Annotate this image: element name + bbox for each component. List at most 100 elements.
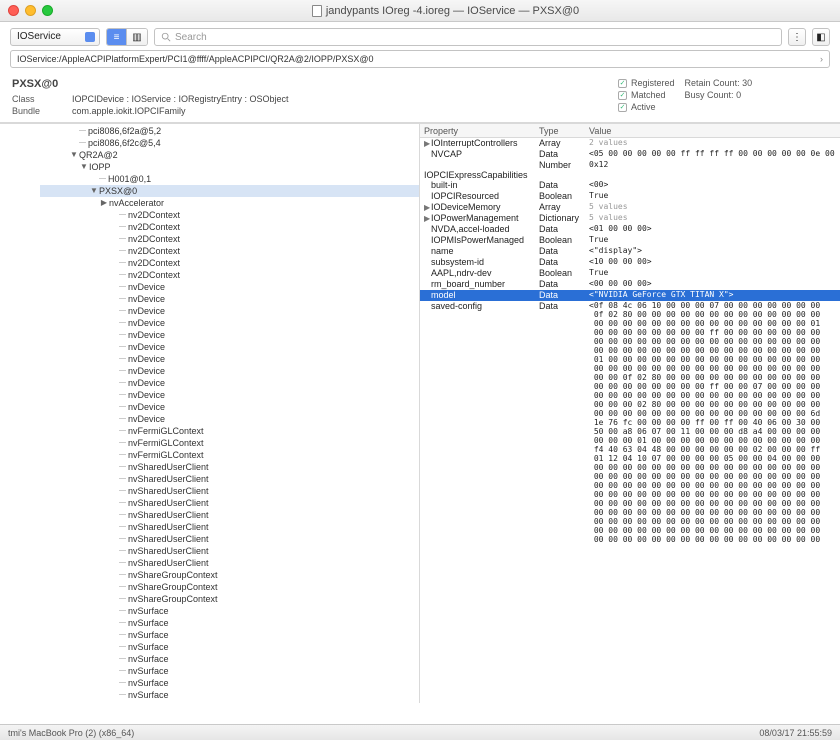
tree-item[interactable]: ▶nvAccelerator <box>40 197 419 209</box>
tree-item[interactable]: —nvDevice <box>40 281 419 293</box>
tree-item[interactable]: —nv2DContext <box>40 221 419 233</box>
tree-item[interactable]: —nvSharedUserClient <box>40 461 419 473</box>
tree-item[interactable]: —nvSurface <box>40 689 419 701</box>
tree-item[interactable]: —nvDevice <box>40 365 419 377</box>
property-row[interactable]: IOPCIExpressCapabilitiesNumber0x12 <box>420 160 840 180</box>
path-chevron-icon: › <box>820 54 823 64</box>
property-row[interactable]: modelData<"NVIDIA GeForce GTX TITAN X"> <box>420 290 840 301</box>
tree-item[interactable]: —nvDevice <box>40 293 419 305</box>
properties-header: Property Type Value <box>420 124 840 138</box>
property-row[interactable]: ▶IODeviceMemoryArray5 values <box>420 202 840 213</box>
property-row[interactable]: nameData<"display"> <box>420 246 840 257</box>
property-row[interactable]: ▶IOInterruptControllersArray2 values <box>420 138 840 149</box>
property-row[interactable]: IOPMIsPowerManagedBooleanTrue <box>420 235 840 246</box>
property-row[interactable]: built-inData<00> <box>420 180 840 191</box>
view-mode-columns[interactable]: ▥ <box>127 29 147 45</box>
view-mode-list[interactable]: ≡ <box>107 29 127 45</box>
toolbar: IOService ≡ ▥ Search ⋮ ◧ IOService:/Appl… <box>0 22 840 72</box>
active-checkbox: ✓Active <box>618 102 675 112</box>
tree-item[interactable]: —H001@0,1 <box>40 173 419 185</box>
tree-item[interactable]: —nvSurface <box>40 605 419 617</box>
tree-item[interactable]: —nvFermiGLContext <box>40 437 419 449</box>
tree-item[interactable]: —pci8086,6f2c@5,4 <box>40 137 419 149</box>
object-header: PXSX@0 Class IOPCIDevice : IOService : I… <box>0 72 840 123</box>
tree-item[interactable]: ▼QR2A@2 <box>40 149 419 161</box>
class-value: IOPCIDevice : IOService : IORegistryEntr… <box>72 94 289 104</box>
tree-item[interactable]: —nvFermiGLContext <box>40 449 419 461</box>
tree-item[interactable]: —nvSurface <box>40 701 419 703</box>
window-controls <box>8 5 53 16</box>
tree-item[interactable]: —nvSharedUserClient <box>40 533 419 545</box>
tree-item[interactable]: —nvDevice <box>40 317 419 329</box>
tree-item[interactable]: —nvShareGroupContext <box>40 593 419 605</box>
tree-item[interactable]: —nvSurface <box>40 665 419 677</box>
tree-item[interactable]: —nvDevice <box>40 401 419 413</box>
document-icon <box>312 5 322 17</box>
tree-item[interactable]: —nvFermiGLContext <box>40 425 419 437</box>
bundle-value: com.apple.iokit.IOPCIFamily <box>72 106 186 116</box>
tree-item[interactable]: —nvSharedUserClient <box>40 545 419 557</box>
tree-item[interactable]: —nv2DContext <box>40 269 419 281</box>
minimize-button[interactable] <box>25 5 36 16</box>
main-split: —pci8086,6f2a@5,2—pci8086,6f2c@5,4▼QR2A@… <box>0 123 840 703</box>
tree-item[interactable]: —nv2DContext <box>40 257 419 269</box>
tree-item[interactable]: —nvDevice <box>40 305 419 317</box>
tree-item[interactable]: —nvShareGroupContext <box>40 569 419 581</box>
tree-item[interactable]: —nvSharedUserClient <box>40 497 419 509</box>
property-row[interactable]: IOPCIResourcedBooleanTrue <box>420 191 840 202</box>
tree-item[interactable]: —pci8086,6f2a@5,2 <box>40 125 419 137</box>
tree-item[interactable]: —nvSurface <box>40 617 419 629</box>
path-bar[interactable]: IOService:/AppleACPIPlatformExpert/PCI1@… <box>10 50 830 68</box>
property-row[interactable]: NVCAPData<05 00 00 00 00 00 ff ff ff ff … <box>420 149 840 160</box>
retain-count: Retain Count: 30 <box>685 78 753 88</box>
close-button[interactable] <box>8 5 19 16</box>
status-machine: tmi's MacBook Pro (2) (x86_64) <box>8 728 134 738</box>
tree-item[interactable]: —nvDevice <box>40 389 419 401</box>
registered-checkbox: ✓Registered <box>618 78 675 88</box>
tree-pane[interactable]: —pci8086,6f2a@5,2—pci8086,6f2c@5,4▼QR2A@… <box>0 124 420 703</box>
tree-item[interactable]: —nvSurface <box>40 629 419 641</box>
tree-item[interactable]: —nvShareGroupContext <box>40 581 419 593</box>
tree-item[interactable]: —nvSharedUserClient <box>40 473 419 485</box>
plane-selector[interactable]: IOService <box>10 28 100 46</box>
property-row[interactable]: saved-configData<0f 08 4c 06 10 00 00 00… <box>420 301 840 544</box>
tree-item[interactable]: —nvDevice <box>40 377 419 389</box>
tree-item[interactable]: ▼IOPP <box>40 161 419 173</box>
properties-pane[interactable]: Property Type Value ▶IOInterruptControll… <box>420 124 840 703</box>
matched-checkbox: ✓Matched <box>618 90 675 100</box>
tree-item[interactable]: —nvSharedUserClient <box>40 509 419 521</box>
class-label: Class <box>12 94 72 104</box>
property-row[interactable]: ▶IOPowerManagementDictionary5 values <box>420 213 840 224</box>
inspector-button[interactable]: ◧ <box>812 28 830 46</box>
tree-item[interactable]: —nvDevice <box>40 353 419 365</box>
tree-item[interactable]: —nvSharedUserClient <box>40 521 419 533</box>
tree-item[interactable]: —nvSharedUserClient <box>40 557 419 569</box>
zoom-button[interactable] <box>42 5 53 16</box>
tree-item[interactable]: ▼PXSX@0 <box>40 185 419 197</box>
object-title: PXSX@0 <box>12 78 618 90</box>
recents-button[interactable]: ⋮ <box>788 28 806 46</box>
tree-item[interactable]: —nvSurface <box>40 677 419 689</box>
tree-item[interactable]: —nv2DContext <box>40 209 419 221</box>
property-row[interactable]: subsystem-idData<10 00 00 00> <box>420 257 840 268</box>
tree-item[interactable]: —nvDevice <box>40 329 419 341</box>
tree-item[interactable]: —nvSurface <box>40 641 419 653</box>
property-row[interactable]: NVDA,accel-loadedData<01 00 00 00> <box>420 224 840 235</box>
bundle-label: Bundle <box>12 106 72 116</box>
tree-item[interactable]: —nv2DContext <box>40 233 419 245</box>
tree-item[interactable]: —nvDevice <box>40 413 419 425</box>
tree-item[interactable]: —nvSharedUserClient <box>40 485 419 497</box>
tree-item[interactable]: —nv2DContext <box>40 245 419 257</box>
property-row[interactable]: rm_board_numberData<00 00 00 00> <box>420 279 840 290</box>
property-row[interactable]: AAPL,ndrv-devBooleanTrue <box>420 268 840 279</box>
titlebar: jandypants IOreg -4.ioreg — IOService — … <box>0 0 840 22</box>
view-mode-segmented[interactable]: ≡ ▥ <box>106 28 148 46</box>
window-title: jandypants IOreg -4.ioreg — IOService — … <box>59 5 832 17</box>
busy-count: Busy Count: 0 <box>685 90 753 100</box>
search-icon <box>161 32 171 42</box>
tree-item[interactable]: —nvSurface <box>40 653 419 665</box>
status-timestamp: 08/03/17 21:55:59 <box>759 728 832 738</box>
status-bar: tmi's MacBook Pro (2) (x86_64) 08/03/17 … <box>0 724 840 740</box>
tree-item[interactable]: —nvDevice <box>40 341 419 353</box>
search-field[interactable]: Search <box>154 28 782 46</box>
